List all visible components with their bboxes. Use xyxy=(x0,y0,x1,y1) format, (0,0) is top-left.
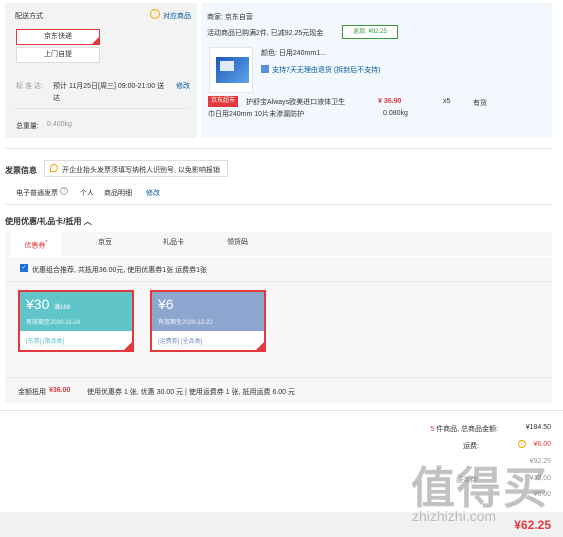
coupon-tags: [运费券] [全品类] xyxy=(158,339,203,345)
delivery-value-cont: 达 xyxy=(53,95,60,102)
total-weight-label: 总重量: xyxy=(16,123,39,130)
coupon-valid: 有效期至2020-11-24 xyxy=(26,320,81,326)
delivery-label: 标 准 达: xyxy=(16,83,43,90)
section-divider xyxy=(0,410,563,411)
jd-super-badge: 京东超市 xyxy=(208,96,239,107)
shipping-title: 配送方式 xyxy=(15,13,43,20)
tab-coupons-label: 优惠券 xyxy=(24,242,46,250)
product-name[interactable]: 护舒宝Always欧美进口液体卫生 xyxy=(246,97,345,107)
coupon-card[interactable]: ¥6 有效期至2020-12-22 [运费券] [全品类] xyxy=(150,290,266,352)
coupon-amount: ¥30 xyxy=(26,296,50,312)
summary-goods-total: ¥184.50 xyxy=(525,424,551,431)
tab-pickup-code[interactable]: 领货码 xyxy=(227,232,248,256)
tab-gift-card[interactable]: 礼品卡 xyxy=(163,232,184,256)
summary-count-text: 件商品, 总商品金额: xyxy=(434,426,498,433)
divider xyxy=(15,108,190,109)
watermark-logo: 值得买 xyxy=(411,464,549,513)
section-divider xyxy=(5,148,552,149)
product-image[interactable] xyxy=(209,47,253,93)
return-policy[interactable]: 支持7天无理由退货 (拆封后不支持) xyxy=(272,65,381,75)
product-qty: x5 xyxy=(443,98,451,105)
coupon-valid: 有效期至2020-12-22 xyxy=(158,320,213,326)
invoice-tip: 开企业抬头发票须填写纳税人识别号, 以免影响报销 xyxy=(62,167,220,174)
invoice-title: 发票信息 xyxy=(5,166,37,175)
info-icon[interactable]: ! xyxy=(518,440,526,448)
section-divider xyxy=(5,204,552,205)
chevron-up-icon: ︿ xyxy=(83,217,92,226)
order-panel: 商家: 京东自营 活动商品已购满2件, 已减92.25元现金 返现: ¥92.2… xyxy=(201,3,552,138)
invoice-modify-link[interactable]: 修改 xyxy=(146,188,160,198)
coupon-amount: ¥6 xyxy=(158,296,174,312)
invoice-type: 电子普通发票 xyxy=(16,190,58,197)
invoice-detail: 商品明细 xyxy=(104,190,132,197)
pay-total: ¥62.25 xyxy=(514,518,551,532)
seller-name: 商家: 京东自营 xyxy=(207,14,253,21)
tab-coupons[interactable]: 优惠券* xyxy=(11,232,61,256)
tab-coupons-mark: * xyxy=(45,240,48,246)
summary-shipping-label: 运费: xyxy=(463,443,479,450)
question-icon[interactable]: ? xyxy=(60,187,68,195)
bulb-icon xyxy=(50,164,58,172)
invoice-tip-box: 开企业抬头发票须填写纳税人识别号, 以免影响报销 xyxy=(44,160,228,177)
discount-title-text: 使用优惠/礼品卡/抵用 xyxy=(5,217,82,226)
summary-shipping-value: ¥6.00 xyxy=(533,441,551,448)
coupon-tags: [东券] [限品类] xyxy=(26,339,65,345)
delivery-modify-link[interactable]: 修改 xyxy=(176,81,190,91)
total-weight-value: 0.400kg xyxy=(47,121,72,128)
product-name-cont[interactable]: 巾日用240mm 10片未渗漏防护 xyxy=(208,109,304,119)
coupon-card[interactable]: ¥30 满169 有效期至2020-11-24 [东券] [限品类] xyxy=(18,290,134,352)
promo-text: 活动商品已购满2件, 已减92.25元现金 xyxy=(207,30,324,37)
product-stock: 有货 xyxy=(473,100,487,107)
return-policy-icon xyxy=(261,65,269,73)
watermark-url: zhizhizhi.com xyxy=(412,508,497,524)
option-self-pickup[interactable]: 上门自提 xyxy=(16,47,100,63)
tab-jd-beans[interactable]: 京豆 xyxy=(98,232,112,256)
product-color: 颜色: 日用240mm1... xyxy=(261,50,326,57)
auto-select-text: 优惠组合推荐, 共抵用36.00元, 使用优惠券1张 运费券1张 xyxy=(32,267,208,274)
discount-title[interactable]: 使用优惠/礼品卡/抵用 ︿ xyxy=(5,216,92,227)
discount-tabs: 优惠券* 京豆 礼品卡 领货码 xyxy=(5,232,552,256)
support-goods-link[interactable]: 对应商品 xyxy=(163,11,191,21)
product-weight: 0.080kg xyxy=(383,110,408,117)
divider xyxy=(5,377,552,378)
product-pack-label xyxy=(220,61,234,71)
invoice-personal: 个人 xyxy=(80,190,94,197)
discount-total-label: 金额抵用 xyxy=(18,389,46,396)
info-icon: ! xyxy=(150,9,160,19)
coupon-area: ✓ 优惠组合推荐, 共抵用36.00元, 使用优惠券1张 运费券1张 ¥30 满… xyxy=(5,257,552,403)
summary-count: 5 件商品, 总商品金额: xyxy=(430,424,498,434)
promo-badge: 返现: ¥92.25 xyxy=(342,25,398,39)
checkbox-checked-icon[interactable]: ✓ xyxy=(20,264,28,272)
discount-total-value: ¥36.00 xyxy=(49,387,71,394)
divider xyxy=(5,281,552,282)
coupon-condition: 满169 xyxy=(54,305,71,311)
shipping-panel: 配送方式 ! 对应商品 京东快递 上门自提 标 准 达: 预计 11月25日[周… xyxy=(5,3,197,138)
product-price: ¥ 36.90 xyxy=(378,98,402,105)
delivery-value: 预计 11月25日[周三] 09:00-21:00 送 xyxy=(53,83,165,90)
option-jd-express[interactable]: 京东快递 xyxy=(16,29,100,45)
discount-total-desc: 使用优惠券 1 张, 优惠 30.00 元 | 使用运费券 1 张, 抵用运费 … xyxy=(87,389,295,396)
